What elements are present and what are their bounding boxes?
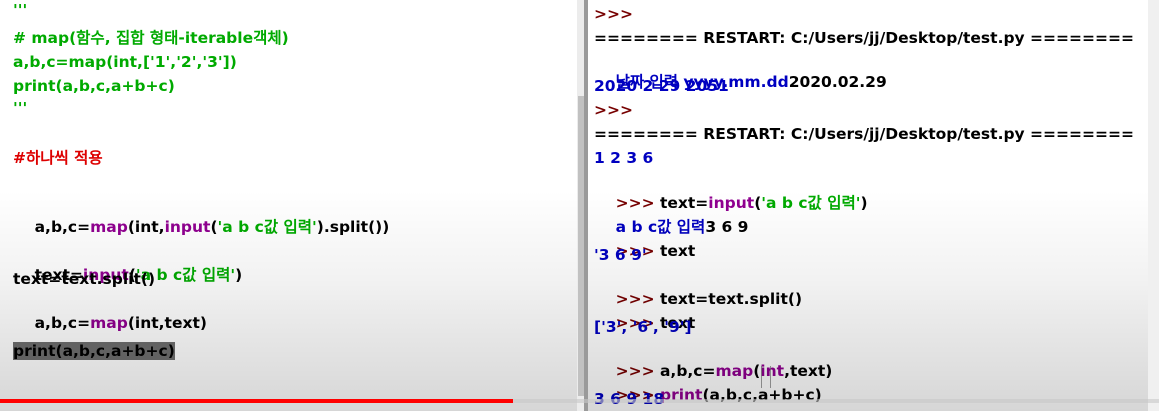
code-token: ).split()) [316, 218, 390, 236]
code-token: a,b,c= [34, 218, 91, 236]
code-token-string: 'a b c값 입력' [761, 194, 861, 212]
editor-pane[interactable]: ''' # map(함수, 집합 형태-iterable객체) a,b,c=ma… [0, 0, 577, 411]
docstring-open: ''' [13, 1, 28, 19]
code-token: (int, [127, 218, 165, 236]
code-token-builtin: map [90, 314, 128, 332]
code-token-builtin: map [90, 218, 128, 236]
shell-output: 2020 2 29 2051 [594, 77, 729, 95]
shell-output: ['3', '6', '9'] [594, 318, 692, 336]
shell-pane[interactable]: >>> ======== RESTART: C:/Users/jj/Deskto… [588, 0, 1159, 411]
shell-prompt: >>> [594, 5, 633, 23]
code-token: a,b,c= [34, 314, 91, 332]
restart-banner: ======== RESTART: C:/Users/jj/Desktop/te… [594, 125, 1134, 143]
video-progress-bar[interactable] [0, 399, 1159, 403]
restart-banner: ======== RESTART: C:/Users/jj/Desktop/te… [594, 29, 1134, 47]
code-token-string: 'a b c값 입력' [217, 218, 317, 236]
shell-output: '3 6 9' [594, 246, 647, 264]
code-line: print(a,b,c,a+b+c) [13, 77, 175, 95]
docstring-close: ''' [13, 99, 28, 117]
user-input-text: 2020.02.29 [788, 73, 887, 91]
shell-scrollbar[interactable] [1148, 0, 1159, 411]
code-token: ( [210, 218, 218, 236]
comment-line: # map(함수, 집합 형태-iterable객체) [13, 29, 289, 47]
code-line-selected: print(a,b,c,a+b+c) [13, 341, 175, 361]
code-token: text [659, 242, 696, 260]
code-token: (int,text) [127, 314, 207, 332]
code-token-builtin: input [164, 218, 211, 236]
video-progress-fill [0, 399, 514, 403]
shell-prompt: >>> [594, 101, 633, 119]
code-token: ) [860, 194, 868, 212]
text-cursor-icon [761, 366, 771, 388]
shell-output: 1 2 3 6 [594, 149, 654, 167]
code-token: ) [235, 266, 243, 284]
code-line: text=text.split() [13, 270, 156, 288]
selection-highlight[interactable]: print(a,b,c,a+b+c) [13, 342, 175, 360]
user-input-text: 3 6 9 [705, 218, 749, 236]
comment-line: #하나씩 적용 [13, 149, 103, 167]
code-line: a,b,c=map(int,['1','2','3']) [13, 53, 237, 71]
